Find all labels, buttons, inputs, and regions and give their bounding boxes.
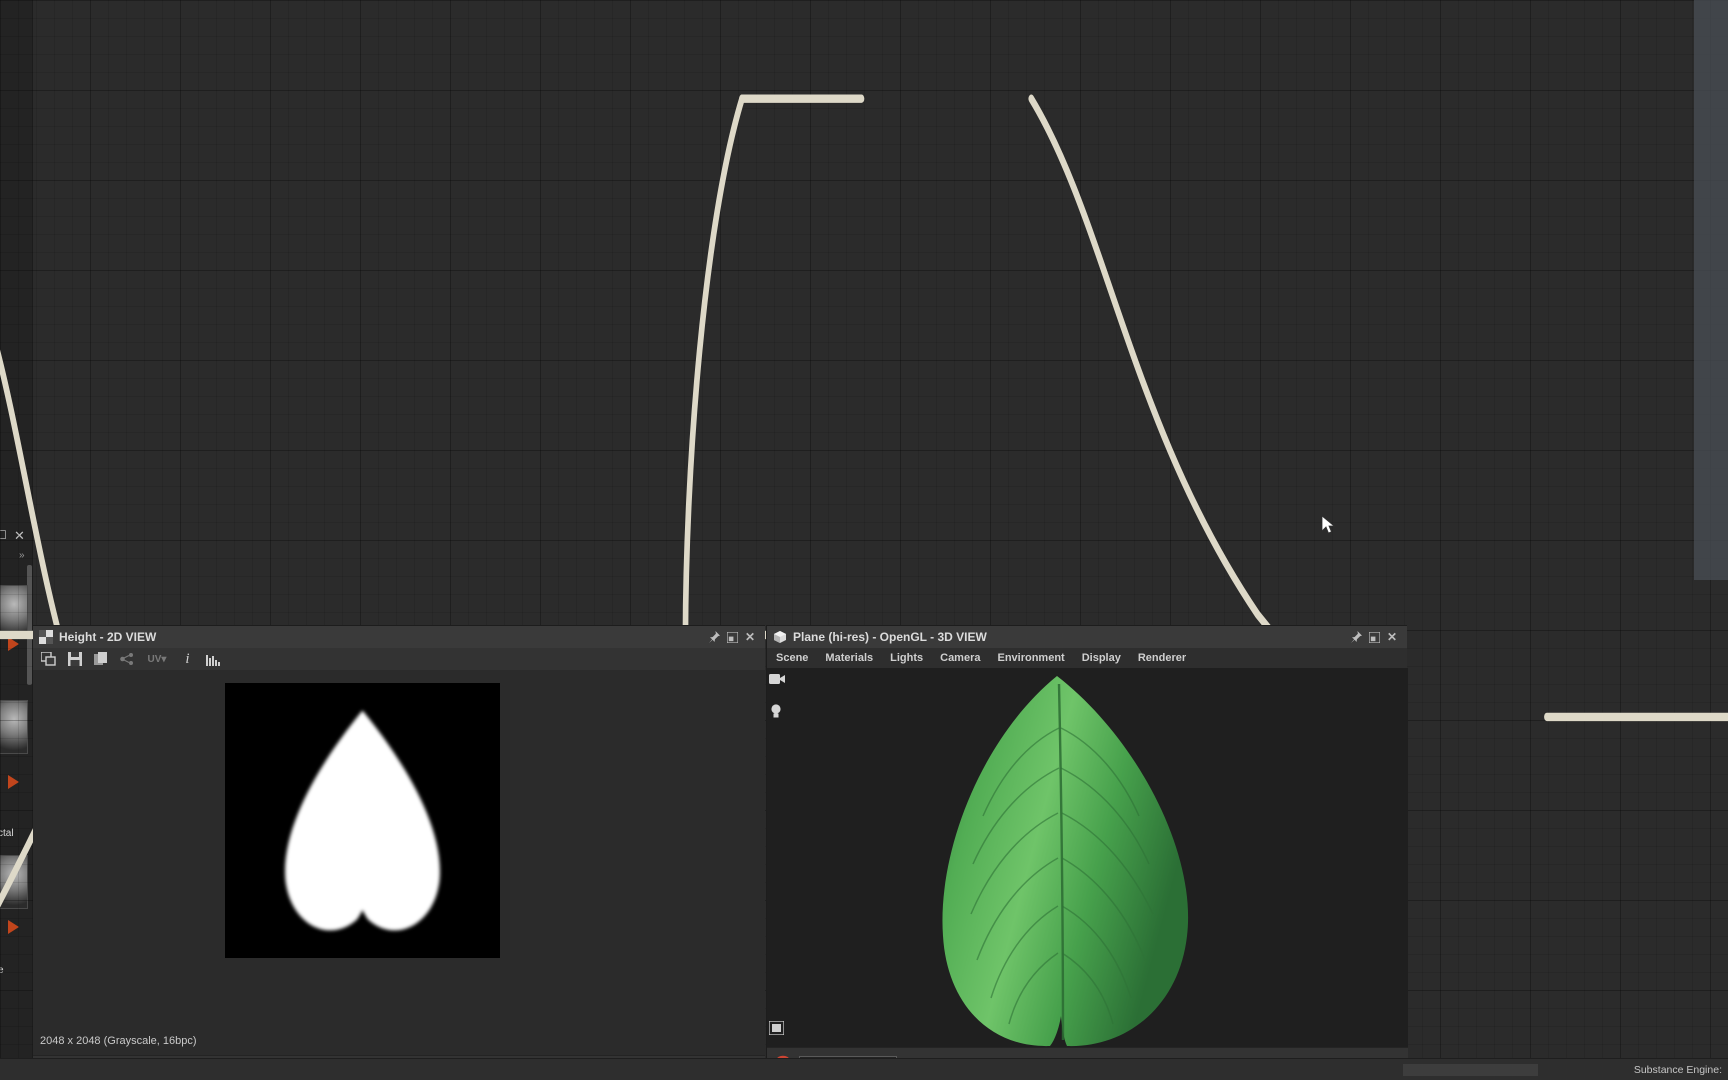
2d-view-toolbar: UV▾ i — [33, 648, 765, 670]
2d-view-titlebar: Height - 2D VIEW ✕ — [33, 626, 765, 648]
menu-scene[interactable]: Scene — [776, 652, 808, 664]
camera-icon[interactable] — [769, 672, 786, 691]
close-icon[interactable]: ✕ — [1383, 629, 1401, 645]
float-icon[interactable] — [1365, 629, 1383, 645]
close-icon[interactable]: ✕ — [741, 629, 759, 645]
menu-environment[interactable]: Environment — [997, 652, 1064, 664]
2d-preview-image — [225, 683, 500, 958]
light-icon[interactable] — [769, 703, 786, 724]
3d-view-snapshot-tool[interactable] — [768, 1020, 785, 1040]
uv-select[interactable]: UV▾ — [145, 652, 169, 667]
3d-view-menubar: Scene Materials Lights Camera Environmen… — [767, 648, 1407, 668]
menu-lights[interactable]: Lights — [890, 652, 923, 664]
2d-view-status: 2048 x 2048 (Grayscale, 16bpc) — [40, 1035, 197, 1047]
substance-designer-window: ☐ ✕ » ctal e Leaf - GRAPH — [0, 0, 1728, 1080]
histogram-icon[interactable] — [206, 652, 221, 667]
pin-icon[interactable] — [1347, 629, 1365, 645]
3d-view-side-tools — [769, 672, 786, 724]
menu-materials[interactable]: Materials — [825, 652, 873, 664]
3d-view-title: Plane (hi-res) - OpenGL - 3D VIEW — [793, 630, 987, 644]
2d-view-panel: Height - 2D VIEW ✕ UV▾ i 2048 x 2048 (Gr… — [33, 625, 765, 1080]
pin-icon[interactable] — [705, 629, 723, 645]
2d-view-title: Height - 2D VIEW — [59, 630, 157, 644]
2d-view-canvas[interactable] — [33, 670, 765, 1026]
menu-camera[interactable]: Camera — [940, 652, 980, 664]
substance-engine-status: Substance Engine: — [1633, 1063, 1722, 1076]
leaf-height-map — [285, 710, 440, 931]
info-icon[interactable]: i — [180, 651, 195, 667]
cube-icon — [773, 630, 787, 644]
2d-view-icon — [39, 630, 53, 644]
menu-display[interactable]: Display — [1082, 652, 1121, 664]
link-icon[interactable] — [119, 652, 134, 667]
copy-icon[interactable] — [93, 652, 108, 667]
status-bar: Substance Engine: — [0, 1058, 1728, 1080]
leaf-3d-render — [942, 676, 1189, 1047]
progress-bar — [1403, 1063, 1538, 1076]
3d-view-panel: Plane (hi-res) - OpenGL - 3D VIEW ✕ Scen… — [766, 625, 1408, 1080]
menu-renderer[interactable]: Renderer — [1138, 652, 1186, 664]
duplicate-view-icon[interactable] — [41, 652, 56, 667]
float-icon[interactable] — [723, 629, 741, 645]
3d-view-titlebar: Plane (hi-res) - OpenGL - 3D VIEW ✕ — [767, 626, 1407, 648]
3d-viewport[interactable] — [767, 668, 1408, 1048]
save-icon[interactable] — [67, 652, 82, 667]
